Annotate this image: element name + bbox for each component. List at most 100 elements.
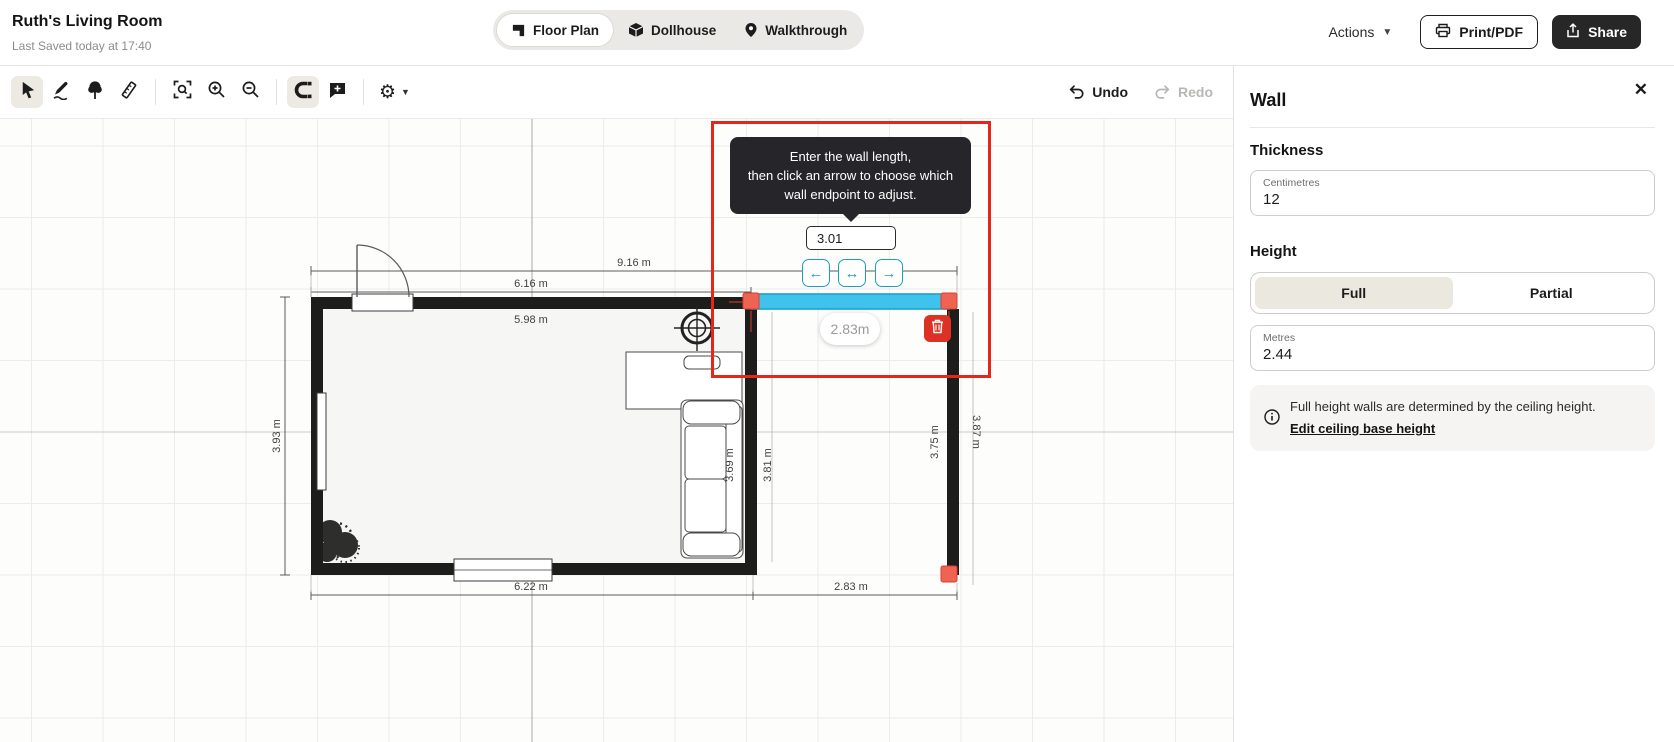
chevron-down-icon: ▼ (401, 87, 410, 97)
cursor-icon (18, 80, 37, 105)
chevron-down-icon: ▼ (1382, 26, 1393, 38)
tab-floor-plan[interactable]: Floor Plan (496, 13, 615, 47)
view-mode-tabs: Floor Plan Dollhouse Walkthrough (493, 10, 865, 50)
floor-plan-icon (511, 23, 526, 38)
comment-plus-icon (328, 81, 347, 104)
tab-dollhouse[interactable]: Dollhouse (614, 13, 730, 47)
wall-length-tooltip: Enter the wall length, then click an arr… (730, 137, 971, 222)
tooltip-line: then click an arrow to choose which (747, 168, 954, 183)
printer-icon (1435, 23, 1451, 41)
gear-icon: ⚙ (379, 81, 397, 103)
trash-icon (931, 319, 944, 339)
magnet-icon (294, 81, 313, 104)
dim-total-width: 9.16 m (617, 257, 651, 269)
zoom-out[interactable] (234, 76, 266, 108)
info-text: Full height walls are determined by the … (1290, 399, 1596, 414)
height-option-partial[interactable]: Partial (1453, 277, 1651, 309)
thickness-heading: Thickness (1250, 142, 1324, 159)
sofa-cushion (684, 425, 727, 480)
dim-left-room-width: 6.16 m (514, 278, 548, 290)
thickness-field[interactable]: Centimetres 12 (1250, 170, 1655, 216)
last-saved-status: Last Saved today at 17:40 (12, 39, 152, 53)
window-left[interactable] (316, 392, 327, 491)
header: Ruth's Living Room Last Saved today at 1… (0, 0, 1674, 66)
zoom-to-fit[interactable] (166, 76, 198, 108)
info-icon (1264, 409, 1280, 438)
height-value[interactable]: 2.44 (1263, 346, 1642, 363)
close-icon[interactable]: ✕ (1634, 80, 1648, 100)
print-pdf-button[interactable]: Print/PDF (1420, 15, 1539, 49)
height-field[interactable]: Metres 2.44 (1250, 325, 1655, 371)
redo-label: Redo (1178, 84, 1213, 100)
undo-redo-group: Undo Redo (1068, 83, 1213, 102)
wall-endpoint-handle-left (742, 292, 760, 310)
settings-tool[interactable]: ⚙ ▼ (373, 83, 416, 102)
height-unit-label: Metres (1263, 332, 1296, 344)
undo-button[interactable]: Undo (1068, 83, 1128, 102)
ceiling-height-info-box: Full height walls are determined by the … (1250, 385, 1655, 451)
page-title: Ruth's Living Room (12, 13, 163, 30)
sofa-armrest-bottom (682, 532, 741, 557)
tooltip-line: Enter the wall length, (789, 149, 912, 164)
toolbar: ⚙ ▼ Undo Redo (0, 66, 1233, 119)
ruler-icon (119, 80, 139, 105)
height-mode-segmented-control: Full Partial (1250, 272, 1655, 314)
print-pdf-label: Print/PDF (1459, 24, 1524, 40)
annotation-tool[interactable] (321, 76, 353, 108)
toolbar-divider (363, 79, 364, 105)
thickness-unit-label: Centimetres (1263, 177, 1320, 189)
zoom-out-icon (241, 80, 260, 104)
dim-left-height: 3.93 m (271, 419, 283, 453)
zoom-in[interactable] (200, 76, 232, 108)
select-tool[interactable] (11, 76, 43, 108)
share-button[interactable]: Share (1552, 15, 1641, 49)
magnet-snap-tool[interactable] (287, 76, 319, 108)
selected-wall[interactable] (750, 293, 950, 310)
dim-inner-width: 5.98 m (514, 314, 548, 326)
wall-properties-panel: ✕ Wall Thickness Centimetres 12 Height F… (1233, 66, 1674, 742)
wall-endpoint-handle-bottom (940, 565, 958, 583)
tab-label: Walkthrough (765, 22, 848, 38)
header-actions: Actions ▼ Print/PDF Share (1328, 14, 1641, 50)
measure-tool[interactable] (113, 76, 145, 108)
arrow-both-icon: ↔ (844, 264, 860, 282)
share-label: Share (1588, 24, 1627, 40)
tab-label: Dollhouse (651, 22, 717, 38)
redo-button[interactable]: Redo (1154, 83, 1213, 102)
dim-bottom-right: 2.83 m (834, 581, 868, 593)
furniture-tool[interactable] (79, 76, 111, 108)
adjust-left-endpoint-button[interactable]: ← (802, 259, 830, 287)
adjust-both-endpoints-button[interactable]: ↔ (838, 259, 866, 287)
arrow-right-icon: → (881, 264, 897, 282)
zoom-fit-icon (173, 80, 192, 104)
adjust-right-endpoint-button[interactable]: → (875, 259, 903, 287)
tab-walkthrough[interactable]: Walkthrough (730, 13, 861, 47)
dim-inner-right: 3.81 m (762, 448, 774, 482)
panel-title: Wall (1250, 90, 1287, 110)
desk-chair (683, 355, 721, 370)
wall-endpoint-handle-right (940, 292, 958, 310)
height-heading: Height (1250, 243, 1297, 260)
wall-middle (745, 297, 757, 575)
sofa-armrest-top (682, 400, 741, 425)
redo-icon (1154, 83, 1171, 102)
sofa-cushion (684, 478, 727, 533)
undo-label: Undo (1092, 84, 1128, 100)
walkthrough-icon (744, 22, 758, 38)
pencil-icon (51, 80, 71, 105)
actions-label: Actions (1328, 24, 1375, 40)
dim-bottom-left: 6.22 m (514, 581, 548, 593)
edit-ceiling-base-height-link[interactable]: Edit ceiling base height (1290, 421, 1435, 436)
tree-icon (86, 80, 104, 105)
height-option-full[interactable]: Full (1255, 277, 1453, 309)
delete-wall-button[interactable] (924, 315, 951, 342)
dim-inner-left: 3.69 m (724, 448, 736, 482)
wall-length-input[interactable] (806, 226, 896, 250)
zoom-in-icon (207, 80, 226, 104)
draw-walls-tool[interactable] (45, 76, 77, 108)
actions-menu-button[interactable]: Actions ▼ (1328, 24, 1392, 40)
undo-icon (1068, 83, 1085, 102)
thickness-value[interactable]: 12 (1263, 191, 1642, 208)
arrow-left-icon: ← (808, 264, 824, 282)
tooltip-line: wall endpoint to adjust. (784, 187, 917, 202)
